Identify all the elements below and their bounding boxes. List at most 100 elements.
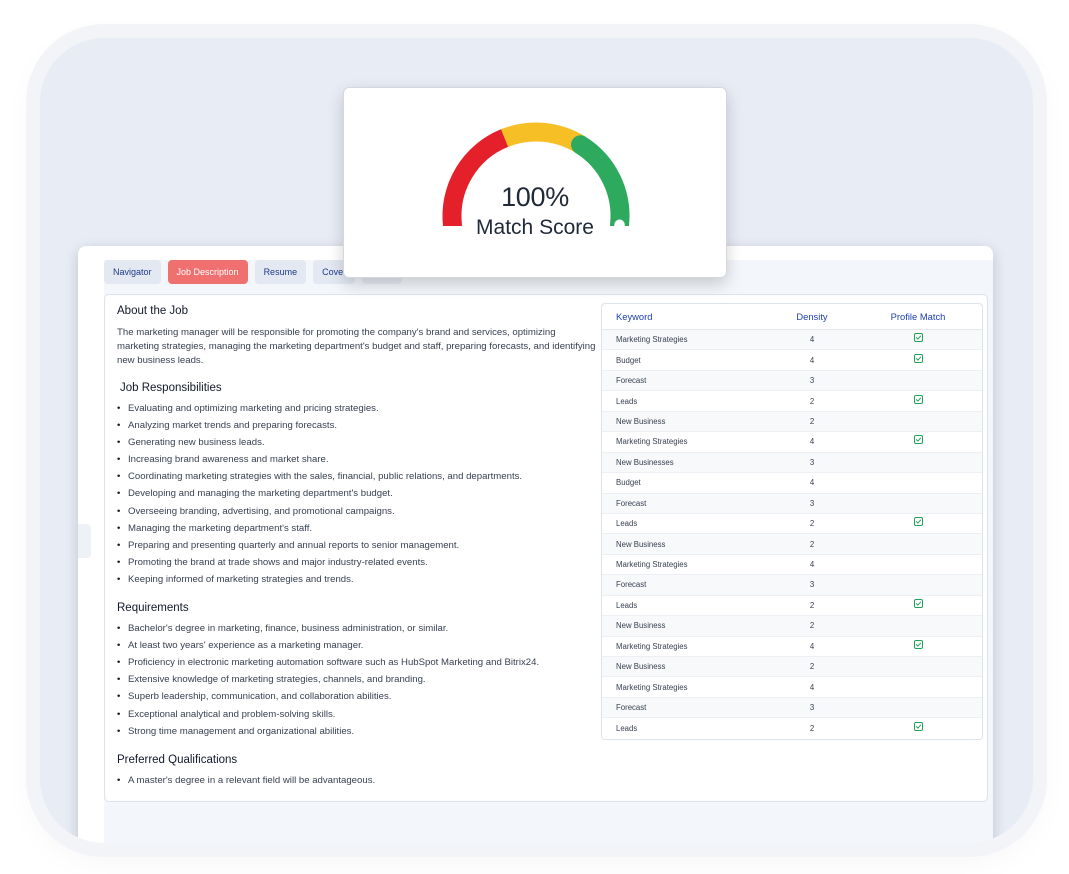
match-score-value: 100% — [501, 182, 569, 212]
table-row[interactable]: Marketing Strategies 4 — [602, 637, 982, 657]
list-item: Coordinating marketing strategies with t… — [117, 468, 597, 485]
keyword-cell: Marketing Strategies — [616, 335, 688, 345]
density-cell: 4 — [809, 682, 815, 692]
keyword-table-header: Keyword Density Profile Match — [602, 304, 982, 330]
profile-match-cell — [854, 435, 982, 445]
keyword-cell: Leads — [616, 396, 638, 406]
table-row[interactable]: New Business 2 — [602, 534, 982, 555]
list-item: Preparing and presenting quarterly and a… — [117, 537, 597, 554]
table-row[interactable]: New Business 2 — [602, 616, 982, 637]
tab-resume[interactable]: Resume — [254, 260, 307, 284]
table-row[interactable]: Forecast 3 — [602, 575, 982, 596]
table-row[interactable]: Marketing Strategies 4 — [602, 432, 982, 453]
match-score-card: 100% Match Score — [343, 87, 727, 278]
list-item: Analyzing market trends and preparing fo… — [117, 417, 597, 434]
app-content: Navigator Job Description Resume Cover A… — [104, 260, 993, 843]
table-row[interactable]: Leads 2 — [602, 391, 982, 412]
density-cell: 3 — [809, 498, 815, 508]
header-density[interactable]: Density — [770, 311, 854, 322]
table-row[interactable]: Leads 2 — [602, 514, 982, 535]
table-row[interactable]: New Businesses 3 — [602, 452, 982, 474]
density-cell: 2 — [809, 662, 815, 672]
header-keyword[interactable]: Keyword — [602, 311, 770, 322]
table-row[interactable]: New Business 2 — [602, 657, 982, 678]
density-cell: 2 — [809, 416, 815, 426]
about-text: The marketing manager will be responsibl… — [117, 327, 596, 366]
list-item: Strong time management and organizationa… — [117, 723, 597, 740]
tab-navigator[interactable]: Navigator — [104, 260, 161, 284]
keyword-cell: New Business — [616, 621, 666, 631]
density-cell: 2 — [809, 621, 815, 631]
responsibilities-list: Evaluating and optimizing marketing and … — [117, 400, 597, 588]
keyword-cell: Leads — [616, 519, 638, 529]
density-cell: 3 — [809, 376, 815, 386]
density-cell: 2 — [809, 600, 815, 610]
table-row[interactable]: New Business 2 — [602, 411, 982, 433]
table-row[interactable]: Leads 2 — [602, 718, 982, 738]
table-row[interactable]: Forecast 3 — [602, 370, 982, 392]
table-row[interactable]: Marketing Strategies 4 — [602, 330, 982, 351]
profile-match-cell — [854, 353, 982, 363]
profile-match-cell — [854, 598, 982, 608]
keyword-cell: Budget — [616, 478, 641, 488]
keyword-cell: Marketing Strategies — [616, 560, 688, 570]
profile-match-cell — [854, 722, 982, 732]
gauge-arc-yellow — [500, 122, 586, 153]
table-row[interactable]: Budget 4 — [602, 350, 982, 371]
density-cell: 4 — [809, 641, 815, 651]
tab-job-description[interactable]: Job Description — [167, 260, 248, 284]
preferred-list: A master's degree in a relevant field wi… — [117, 772, 597, 789]
keyword-cell: Forecast — [616, 498, 647, 508]
table-row[interactable]: Forecast 3 — [602, 493, 982, 514]
job-description: About the Job The marketing manager will… — [117, 305, 597, 789]
list-item: Keeping informed of marketing strategies… — [117, 571, 597, 588]
keyword-table-body: Marketing Strategies 4 Budget 4 Forecast 3 Lea… — [602, 330, 982, 739]
list-item: A master's degree in a relevant field wi… — [117, 772, 597, 789]
density-cell: 4 — [809, 478, 815, 488]
table-row[interactable]: Leads 2 — [602, 596, 982, 617]
check-icon — [913, 722, 923, 732]
table-row[interactable]: Marketing Strategies 4 — [602, 555, 982, 576]
check-icon — [913, 353, 923, 363]
table-row[interactable]: Budget 4 — [602, 473, 982, 494]
list-item: Evaluating and optimizing marketing and … — [117, 400, 597, 417]
keyword-cell: Forecast — [616, 703, 647, 713]
list-item: Developing and managing the marketing de… — [117, 485, 597, 502]
keyword-cell: Marketing Strategies — [616, 641, 688, 651]
list-item: Bachelor's degree in marketing, finance,… — [117, 620, 597, 637]
list-item: Generating new business leads. — [117, 434, 597, 451]
check-icon — [913, 435, 923, 445]
requirements-title: Requirements — [117, 602, 189, 615]
table-row[interactable]: Forecast 3 — [602, 697, 982, 719]
density-cell: 4 — [809, 560, 815, 570]
check-icon — [913, 394, 923, 404]
list-item: Superb leadership, communication, and co… — [117, 688, 597, 705]
match-score-label: Match Score — [476, 216, 594, 239]
keyword-cell: Leads — [616, 724, 638, 734]
density-cell: 2 — [809, 396, 815, 406]
density-cell: 2 — [809, 724, 815, 734]
header-profile-match[interactable]: Profile Match — [854, 311, 982, 322]
keyword-cell: New Businesses — [616, 457, 674, 467]
list-item: Overseeing branding, advertising, and pr… — [117, 503, 597, 520]
list-item: Exceptional analytical and problem-solvi… — [117, 706, 597, 723]
density-cell: 4 — [809, 335, 815, 345]
keyword-cell: New Business — [616, 416, 666, 426]
keyword-cell: Budget — [616, 355, 641, 365]
job-description-panel: About the Job The marketing manager will… — [104, 294, 988, 802]
check-icon — [913, 517, 923, 527]
profile-match-cell — [854, 517, 982, 527]
responsibilities-title: Job Responsibilities — [120, 382, 222, 394]
profile-match-cell — [854, 333, 982, 343]
table-row[interactable]: Marketing Strategies 4 — [602, 677, 982, 698]
sidebar-collapse-handle[interactable] — [78, 524, 91, 558]
check-icon — [913, 639, 923, 649]
density-cell: 2 — [809, 539, 815, 549]
about-title: About the Job — [117, 305, 188, 317]
density-cell: 3 — [809, 580, 815, 590]
list-item: Increasing brand awareness and market sh… — [117, 451, 597, 468]
preferred-title: Preferred Qualifications — [117, 753, 238, 766]
keyword-cell: Marketing Strategies — [616, 437, 688, 447]
keyword-cell: Forecast — [616, 376, 647, 386]
density-cell: 3 — [809, 457, 815, 467]
